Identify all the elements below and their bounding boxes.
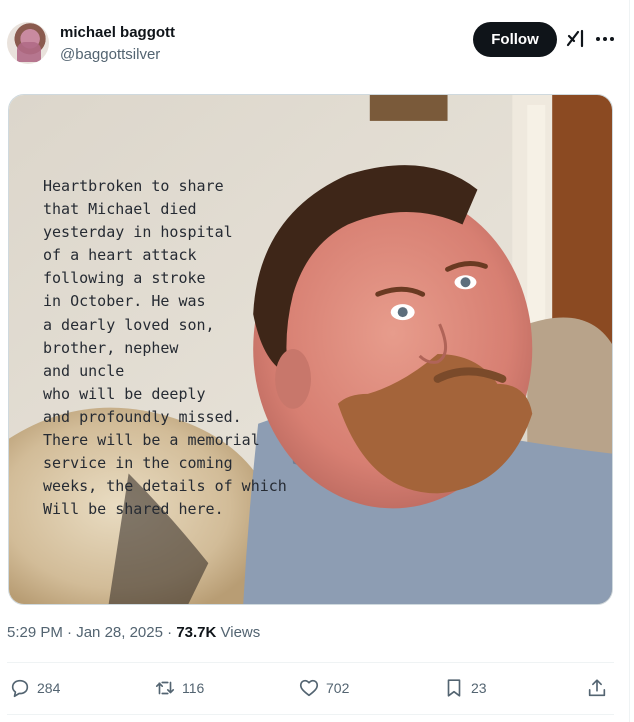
divider [7,662,614,663]
divider [7,714,614,715]
reply-icon [11,679,29,698]
tweet-media-image[interactable]: Heartbroken to share that Michael died y… [8,94,613,605]
avatar[interactable] [7,22,49,64]
like-button[interactable]: 702 [298,676,349,700]
page-edge-divider [629,0,630,722]
like-count: 702 [326,680,350,696]
follow-button[interactable]: Follow [473,22,557,57]
author-name[interactable]: michael baggott [60,24,175,41]
repost-icon [155,681,175,695]
tweet-date[interactable]: Jan 28, 2025 [76,624,163,641]
meta-separator: · [67,624,73,641]
reply-button[interactable]: 284 [9,676,60,700]
share-icon [588,679,606,697]
bookmark-button[interactable]: 23 [443,676,487,700]
heart-icon [299,679,319,697]
reply-count: 284 [37,680,61,696]
grok-icon[interactable] [565,28,587,50]
views-count: 73.7K [176,624,217,641]
repost-button[interactable]: 116 [154,676,204,700]
share-button[interactable] [586,676,614,700]
repost-count: 116 [182,680,205,696]
author-handle[interactable]: @baggottsilver [60,46,160,63]
image-overlay-text: Heartbroken to share that Michael died y… [43,177,287,519]
bookmark-count: 23 [471,680,487,696]
views-label: Views [220,624,261,641]
tweet-time[interactable]: 5:29 PM [7,624,63,641]
bookmark-icon [447,679,461,697]
tweet-meta: 5:29 PM · Jan 28, 2025 · 73.7K Views [7,624,260,641]
meta-separator: · [167,624,173,641]
more-options-icon[interactable] [594,28,616,50]
